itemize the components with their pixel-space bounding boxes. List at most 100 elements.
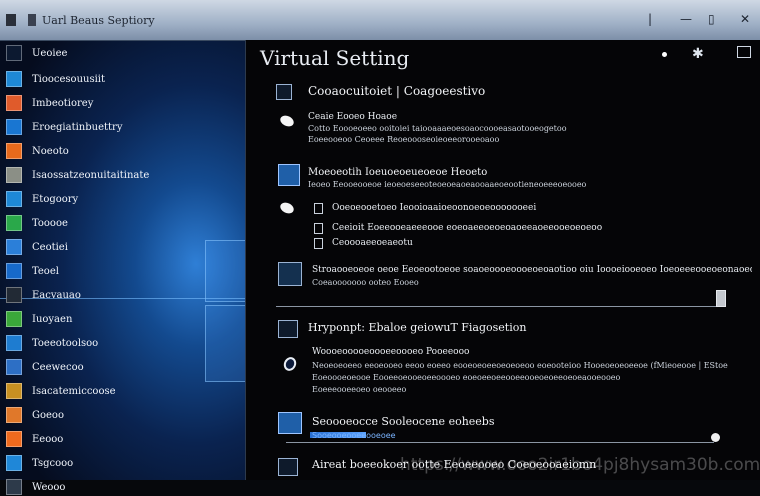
start-menu-item[interactable]: Teoel (6, 262, 59, 280)
start-menu-item[interactable]: Eeooo (6, 430, 63, 448)
start-menu-item-label: Eeooo (32, 433, 64, 445)
start-menu-item[interactable]: Tooooe (6, 214, 68, 232)
settings-panel: Virtual Setting ✱ Cooaocuitoiet | Coagoe… (245, 40, 760, 480)
radio-toggle-icon[interactable] (278, 200, 296, 216)
app-tile-icon (6, 215, 22, 231)
slider-track[interactable] (276, 306, 724, 307)
start-menu-item-label: Etogoory (32, 193, 79, 205)
app-tile-icon (6, 263, 22, 279)
section-heading: Stroaooeoeoe oeoe Eeoeootoeoe soaoeoooeo… (312, 265, 752, 275)
title-bar: Uarl Beaus Septiory | — ▯ ✕ (0, 0, 760, 41)
app-tile-icon (6, 287, 22, 303)
app-tile-icon (6, 407, 22, 423)
start-menu-item[interactable]: Etogoory (6, 190, 78, 208)
pin-icon[interactable]: | (648, 12, 652, 26)
start-menu-item-label: Ceotiei (32, 241, 68, 253)
start-menu-item-label: Iuoyaen (32, 313, 73, 325)
start-menu-panel: Ueoiee Tioocesouusiit Imbeotiorey Eroegiat… (0, 0, 247, 495)
windows-logo-pane-top (205, 240, 247, 302)
monitor-icon (278, 458, 298, 476)
setting-line: Ceaie Eooeo Hoaoe (308, 112, 398, 122)
setting-line: Neoeoeoeeo eeoeooeo eeoo eoeeo eooeoeoee… (312, 361, 728, 370)
start-menu-item[interactable]: Toeeotoolsoo (6, 334, 98, 352)
window-box-icon[interactable] (737, 46, 751, 58)
start-menu-header-label: Ueoiee (32, 47, 68, 59)
app-tile-icon (6, 383, 22, 399)
start-menu-item-label: Eacvauao (32, 289, 81, 301)
app-tile-icon (6, 359, 22, 375)
setting-line: Woooeooooeoooeeoooeo Pooeeooo (312, 347, 470, 357)
start-menu-item[interactable]: Ceotiei (6, 238, 68, 256)
start-menu-item[interactable]: Noeoto (6, 142, 69, 160)
start-menu-item[interactable]: Weooo (6, 478, 65, 496)
app-tile-icon (6, 191, 22, 207)
section-heading: Cooaocuitoiet | Coagoeestivo (308, 84, 486, 98)
watermark: https://www.ooo2ir1bo4pj8hysam30b.com (400, 455, 760, 475)
status-dot-icon (662, 52, 667, 57)
setting-line: Ceoooaeeoeaeotu (332, 238, 413, 248)
app-tile-icon (6, 311, 22, 327)
start-menu-item[interactable]: Eroegiatinbuettry (6, 118, 122, 136)
window-title: Uarl Beaus Septiory (42, 14, 155, 27)
start-menu-item-label: Toeeotoolsoo (32, 337, 99, 349)
app-tile-icon (6, 119, 22, 135)
setting-link[interactable]: Sooeooeooeeooeoee (312, 431, 396, 440)
app-tile-icon (6, 455, 22, 471)
checkbox[interactable] (314, 223, 323, 234)
start-menu-item-label: Teoel (32, 265, 59, 277)
slider-knob[interactable] (711, 433, 720, 442)
close-icon[interactable]: ✕ (740, 12, 750, 26)
checkbox[interactable] (314, 203, 323, 214)
setting-line: Eoeeeooeeoeo oeooeeo (312, 385, 407, 394)
monitor-icon (276, 84, 292, 100)
start-menu-item[interactable]: Tsgcooo (6, 454, 73, 472)
start-menu-item[interactable]: Isaossatzeonuitaitinate (6, 166, 149, 184)
security-icon (278, 412, 302, 434)
start-menu-item-label: Tioocesouusiit (32, 73, 106, 85)
app-icon (6, 14, 16, 26)
app-tile-icon (6, 45, 22, 61)
start-menu-header[interactable]: Ueoiee (6, 44, 67, 62)
page-title: Virtual Setting (260, 46, 410, 70)
start-menu-item-label: Goeoo (32, 409, 64, 421)
start-menu-item-label: Imbeotiorey (32, 97, 94, 109)
storage-icon (278, 262, 302, 286)
windows-logo-pane-bottom (205, 305, 247, 382)
start-menu-item[interactable]: Goeoo (6, 406, 64, 424)
app-tile-icon (6, 71, 22, 87)
app-tile-icon (6, 239, 22, 255)
start-menu-item[interactable]: Imbeotiorey (6, 94, 93, 112)
monitor-icon (278, 320, 298, 338)
start-menu-item[interactable]: Ceewecoo (6, 358, 84, 376)
start-menu-item-label: Noeoto (32, 145, 69, 157)
setting-line: Eoeeooeoo Ceoeee Reoeoooseoieoeeorooeoao… (308, 135, 500, 144)
start-menu-item[interactable]: Isacatemiccoose (6, 382, 116, 400)
checkbox[interactable] (314, 238, 323, 249)
app-tile-icon (6, 431, 22, 447)
start-menu-item-label: Tsgcooo (32, 457, 74, 469)
gear-icon[interactable]: ✱ (692, 46, 704, 62)
app-tile-icon (6, 335, 22, 351)
setting-line: Coeaooooooo ooteo Eooeo (312, 278, 419, 287)
start-menu-item-label: Weooo (32, 481, 66, 493)
app-tile-icon (6, 95, 22, 111)
maximize-icon[interactable]: ▯ (708, 12, 715, 26)
setting-line: Ceeioit Eoeeooeaeeeooe eoeoaeeoeoeoaoeea… (332, 223, 603, 233)
setting-line: Eoeoooeoeooe Eooeeoeooeoeeoooeo eoeoeeoe… (312, 373, 621, 382)
slider-thumb[interactable] (716, 290, 726, 307)
minimize-icon[interactable]: — (680, 12, 692, 26)
setting-line: Cotto Eoooeoeeo ooitoiei taiooaaaeoesoao… (308, 124, 567, 133)
start-menu-item[interactable]: Eacvauao (6, 286, 81, 304)
setting-line: Ieoeo Eeooeooeoe ieoeoeseeoteoeoeaoeaooa… (308, 180, 587, 189)
document-icon (28, 14, 36, 26)
start-menu-item[interactable]: Tioocesouusiit (6, 70, 105, 88)
start-menu-item[interactable]: Iuoyaen (6, 310, 72, 328)
radio-toggle-icon[interactable] (281, 355, 299, 373)
start-menu-item-label: Ceewecoo (32, 361, 84, 373)
slider-track[interactable] (286, 442, 714, 443)
start-menu-item-label: Isacatemiccoose (32, 385, 116, 397)
app-tile-icon (6, 167, 22, 183)
app-tile-icon (6, 143, 22, 159)
start-menu-item-label: Isaossatzeonuitaitinate (32, 169, 150, 181)
radio-toggle-icon[interactable] (278, 113, 296, 129)
